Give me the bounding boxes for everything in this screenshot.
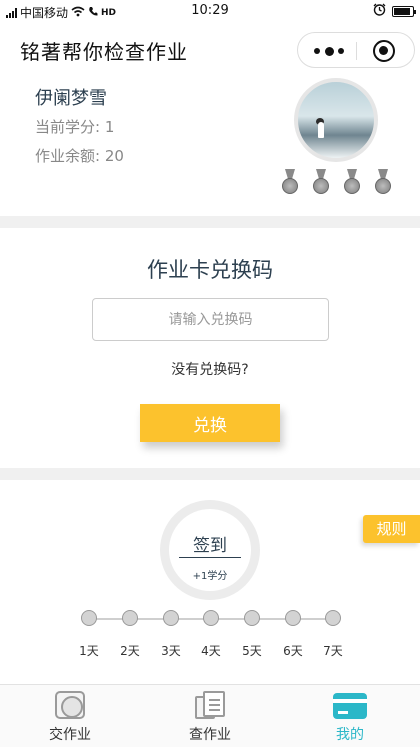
day-label: 3天 — [161, 644, 181, 658]
medal-icon — [343, 169, 361, 199]
documents-icon — [195, 691, 225, 719]
section-divider — [0, 468, 420, 480]
redeem-code-input[interactable] — [92, 298, 329, 341]
tab-bar: 交作业 查作业 我的 — [0, 684, 420, 747]
status-bar: 中国移动 HD 10:29 — [0, 0, 420, 24]
medal-list — [281, 169, 392, 199]
tab-label: 查作业 — [189, 727, 231, 743]
day-dot — [163, 610, 179, 626]
day-dot — [285, 610, 301, 626]
tab-submit-homework[interactable]: 交作业 — [0, 685, 140, 747]
avatar[interactable] — [294, 78, 378, 162]
day-label: 5天 — [242, 644, 262, 658]
user-credits: 当前学分: 1 — [35, 118, 115, 136]
day-dot — [81, 610, 97, 626]
redeem-button[interactable]: 兑换 — [140, 404, 280, 442]
checkin-title: 签到 — [193, 536, 227, 556]
checkin-reward: +1学分 — [192, 571, 228, 582]
profile-section: 伊阑梦雪 当前学分: 1 作业余额: 20 — [0, 74, 420, 216]
day-dot — [122, 610, 138, 626]
checkin-button[interactable]: 签到 +1学分 — [160, 500, 260, 600]
miniprogram-capsule — [297, 32, 415, 68]
day-dot — [203, 610, 219, 626]
camera-icon — [55, 691, 85, 719]
rules-button[interactable]: 规则 — [363, 515, 420, 543]
user-name: 伊阑梦雪 — [35, 88, 107, 109]
nav-bar: 铭著帮你检查作业 — [0, 24, 420, 74]
tab-label: 交作业 — [49, 727, 91, 743]
tab-check-homework[interactable]: 查作业 — [140, 685, 280, 747]
more-options-icon[interactable] — [314, 44, 344, 58]
day-label: 6天 — [283, 644, 303, 658]
checkin-underline — [179, 557, 241, 558]
medal-icon — [374, 169, 392, 199]
page-title: 铭著帮你检查作业 — [20, 40, 188, 64]
checkin-button-face: 签到 +1学分 — [169, 509, 251, 591]
battery-icon — [392, 5, 416, 17]
checkin-section: 规则 签到 +1学分 1天 2天 3天 4天 5天 6天 7天 — [0, 480, 420, 684]
day-dot — [244, 610, 260, 626]
day-label: 4天 — [201, 644, 221, 658]
day-dot — [325, 610, 341, 626]
status-bar-right — [373, 3, 416, 19]
homework-balance: 作业余额: 20 — [35, 147, 124, 165]
medal-icon — [312, 169, 330, 199]
redeem-title: 作业卡兑换码 — [147, 258, 273, 282]
status-time: 10:29 — [191, 3, 229, 18]
card-icon — [333, 693, 367, 719]
tab-mine[interactable]: 我的 — [280, 685, 420, 747]
redeem-section: 作业卡兑换码 没有兑换码? 兑换 — [0, 228, 420, 468]
alarm-icon — [373, 3, 386, 19]
day-label: 1天 — [79, 644, 99, 658]
tab-label: 我的 — [336, 727, 364, 743]
close-miniprogram-icon[interactable] — [373, 40, 395, 62]
section-divider — [0, 216, 420, 228]
day-label: 7天 — [323, 644, 343, 658]
day-label: 2天 — [120, 644, 140, 658]
no-code-link[interactable]: 没有兑换码? — [0, 359, 420, 379]
capsule-divider — [356, 42, 357, 60]
medal-icon — [281, 169, 299, 199]
